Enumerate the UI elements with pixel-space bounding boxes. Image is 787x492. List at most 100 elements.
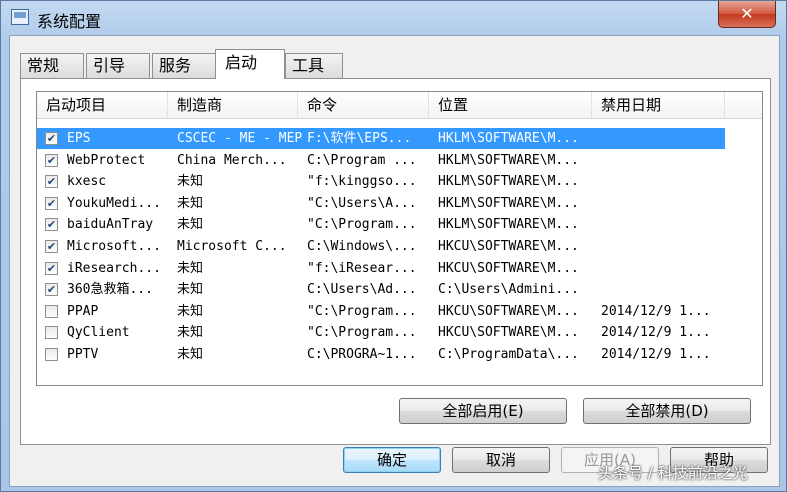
tab-boot[interactable]: 引导 bbox=[86, 53, 150, 78]
tab-startup[interactable]: 启动 bbox=[215, 49, 285, 79]
tab-general[interactable]: 常规 bbox=[20, 53, 84, 78]
date-disabled-cell bbox=[601, 279, 726, 300]
startup-item-name-cell: PPAP bbox=[67, 303, 99, 319]
column-header-manufacturer[interactable]: 制造商 bbox=[168, 92, 298, 118]
command-cell: "C:\Program... bbox=[307, 325, 417, 341]
date-disabled-cell: 2014/12/9 1... bbox=[601, 347, 711, 362]
enable-checkbox[interactable]: ✔ bbox=[45, 283, 58, 297]
enable-checkbox[interactable]: ✔ bbox=[45, 240, 58, 253]
command-cell: "f:\kinggso... bbox=[307, 174, 417, 190]
manufacturer-cell: 未知 bbox=[177, 282, 204, 298]
location-cell: HKLM\SOFTWARE\M... bbox=[438, 217, 579, 233]
date-disabled-cell: 2014/12/9 1... bbox=[601, 303, 711, 319]
enable-checkbox[interactable]: ✔ bbox=[45, 153, 58, 167]
startup-item-name-cell: 360急救箱... bbox=[67, 282, 153, 298]
command-cell: C:\Users\Ad... bbox=[307, 282, 417, 298]
manufacturer-cell: 未知 bbox=[177, 347, 204, 362]
date-disabled-cell bbox=[601, 193, 726, 214]
startup-item-name-cell: iResearch... bbox=[67, 260, 161, 276]
watermark-text: 头条号 / 科技前沿之光 bbox=[598, 464, 748, 482]
manufacturer-cell: China Merch... bbox=[177, 152, 287, 168]
enable-checkbox[interactable] bbox=[45, 326, 58, 340]
table-row[interactable]: ✔ EPS CSCEC - ME - MEP F:\软件\EPS... HKLM\SOF… bbox=[37, 128, 725, 149]
enable-checkbox[interactable]: ✔ bbox=[45, 218, 58, 232]
startup-item-name-cell: baiduAnTray bbox=[67, 217, 154, 233]
location-cell: HKLM\SOFTWARE\M... bbox=[438, 131, 579, 146]
table-row[interactable]: ✔ YoukuMedi... 未知 "C:\Users\A... HKLM\SOFTWA… bbox=[37, 193, 725, 214]
title-bar[interactable]: 系统配置 ✕ bbox=[1, 1, 786, 35]
location-cell: C:\Users\Admini... bbox=[438, 282, 579, 298]
table-row[interactable]: ✔ kxesc 未知 "f:\kinggso... HKLM\SOFTWARE\M... bbox=[37, 171, 725, 192]
manufacturer-cell: 未知 bbox=[177, 260, 204, 276]
startup-item-name-cell: WebProtect bbox=[67, 152, 146, 168]
manufacturer-cell: 未知 bbox=[177, 325, 204, 341]
table-row[interactable]: QyClient 未知 "C:\Program... HKCU\SOFTWARE\M.… bbox=[37, 322, 725, 343]
manufacturer-cell: CSCEC - ME - MEP bbox=[177, 131, 302, 146]
enable-all-button[interactable]: 全部启用(E) bbox=[399, 398, 567, 424]
disable-all-button[interactable]: 全部禁用(D) bbox=[583, 398, 751, 424]
startup-item-name-cell: Microsoft... bbox=[67, 239, 161, 254]
table-row[interactable]: ✔ iResearch... 未知 "f:\iResear... HKCU\SOFTWA… bbox=[37, 258, 725, 279]
date-disabled-cell: 2014/12/9 1... bbox=[601, 325, 711, 341]
table-row[interactable]: PPTV 未知 C:\PROGRA~1... C:\ProgramData\... 20… bbox=[37, 344, 725, 365]
table-row[interactable]: ✔ WebProtect China Merch... C:\Program ... H… bbox=[37, 150, 725, 171]
location-cell: HKLM\SOFTWARE\M... bbox=[438, 174, 579, 190]
date-disabled-cell bbox=[601, 214, 726, 235]
location-cell: C:\ProgramData\... bbox=[438, 347, 579, 362]
location-cell: HKCU\SOFTWARE\M... bbox=[438, 260, 579, 276]
startup-item-name-cell: QyClient bbox=[67, 325, 130, 341]
manufacturer-cell: 未知 bbox=[177, 217, 204, 233]
startup-item-name-cell: PPTV bbox=[67, 347, 99, 362]
manufacturer-cell: 未知 bbox=[177, 303, 204, 319]
startup-items-list[interactable]: 启动项目 制造商 命令 位置 禁用日期 ✔ EPS CSCEC - ME - MEP… bbox=[36, 91, 763, 386]
location-cell: HKLM\SOFTWARE\M... bbox=[438, 152, 579, 168]
startup-item-name-cell: YoukuMedi... bbox=[67, 195, 161, 211]
command-cell: "C:\Program... bbox=[307, 303, 417, 319]
date-disabled-cell bbox=[601, 258, 726, 279]
startup-item-name-cell: kxesc bbox=[67, 174, 107, 190]
enable-checkbox[interactable]: ✔ bbox=[45, 175, 58, 189]
manufacturer-cell: 未知 bbox=[177, 195, 204, 211]
tab-services[interactable]: 服务 bbox=[152, 53, 216, 78]
enable-checkbox[interactable] bbox=[45, 304, 58, 318]
date-disabled-cell bbox=[601, 150, 726, 171]
location-cell: HKCU\SOFTWARE\M... bbox=[438, 239, 579, 254]
command-cell: "C:\Users\A... bbox=[307, 195, 417, 211]
column-header-location[interactable]: 位置 bbox=[429, 92, 592, 118]
location-cell: HKCU\SOFTWARE\M... bbox=[438, 303, 579, 319]
location-cell: HKCU\SOFTWARE\M... bbox=[438, 325, 579, 341]
list-header: 启动项目 制造商 命令 位置 禁用日期 bbox=[37, 92, 762, 119]
command-cell: C:\Windows\... bbox=[307, 239, 417, 254]
enable-checkbox[interactable] bbox=[45, 348, 58, 361]
enable-checkbox[interactable]: ✔ bbox=[45, 196, 58, 210]
ok-button[interactable]: 确定 bbox=[343, 447, 441, 473]
date-disabled-cell bbox=[601, 171, 726, 192]
date-disabled-cell bbox=[601, 236, 726, 257]
dialog-client-area: 常规 引导 服务 启动 工具 启动项目 制造商 命令 位置 禁用日期 ✔ EPS C… bbox=[9, 35, 780, 487]
msconfig-app-icon bbox=[11, 9, 29, 25]
command-cell: "f:\iResear... bbox=[307, 260, 417, 276]
cancel-button[interactable]: 取消 bbox=[452, 447, 550, 473]
command-cell: C:\Program ... bbox=[307, 152, 417, 168]
manufacturer-cell: 未知 bbox=[177, 174, 204, 190]
startup-item-name-cell: EPS bbox=[67, 131, 91, 146]
enable-checkbox[interactable]: ✔ bbox=[45, 132, 58, 145]
column-header-command[interactable]: 命令 bbox=[298, 92, 429, 118]
tab-tools[interactable]: 工具 bbox=[285, 53, 343, 78]
command-cell: F:\软件\EPS... bbox=[307, 131, 412, 146]
table-row[interactable]: ✔ baiduAnTray 未知 "C:\Program... HKLM\SOFTWAR… bbox=[37, 214, 725, 235]
location-cell: HKLM\SOFTWARE\M... bbox=[438, 195, 579, 211]
close-button[interactable]: ✕ bbox=[718, 1, 776, 28]
manufacturer-cell: Microsoft C... bbox=[177, 239, 287, 254]
column-header-startup-item[interactable]: 启动项目 bbox=[37, 92, 168, 118]
column-header-filler bbox=[725, 92, 762, 118]
command-cell: C:\PROGRA~1... bbox=[307, 347, 417, 362]
system-config-window: 系统配置 ✕ 常规 引导 服务 启动 工具 启动项目 制造商 命令 位置 禁用日… bbox=[0, 0, 787, 492]
column-header-date-disabled[interactable]: 禁用日期 bbox=[592, 92, 725, 118]
command-cell: "C:\Program... bbox=[307, 217, 417, 233]
date-disabled-cell bbox=[601, 128, 726, 149]
table-row[interactable]: PPAP 未知 "C:\Program... HKCU\SOFTWARE\M... 20… bbox=[37, 301, 725, 322]
table-row[interactable]: ✔ 360急救箱... 未知 C:\Users\Ad... C:\Users\Admin… bbox=[37, 279, 725, 300]
table-row[interactable]: ✔ Microsoft... Microsoft C... C:\Windows\..… bbox=[37, 236, 725, 257]
enable-checkbox[interactable]: ✔ bbox=[45, 261, 58, 275]
